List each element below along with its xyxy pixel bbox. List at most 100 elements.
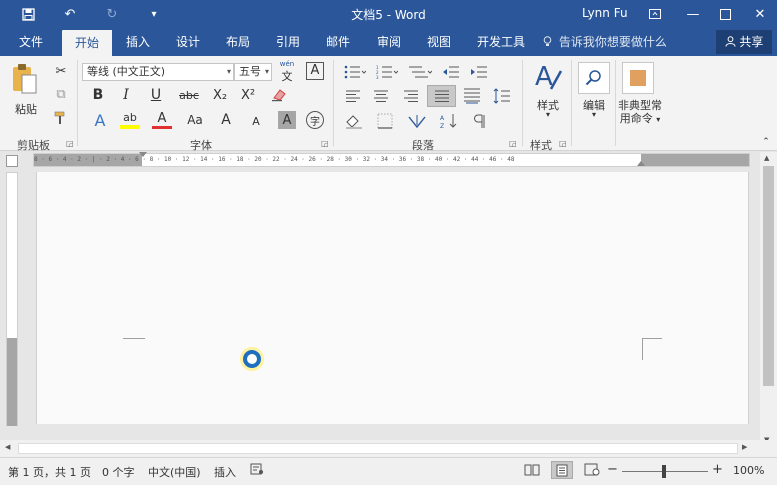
collapse-ribbon-icon[interactable]: ⌃ [760,136,772,148]
zoom-slider-thumb[interactable] [662,465,666,478]
clear-formatting-icon[interactable] [270,86,288,104]
chevron-down-icon[interactable]: ▾ [530,110,566,119]
shrink-font-icon[interactable]: A [248,113,264,129]
first-line-indent-marker[interactable] [139,152,147,157]
close-icon[interactable]: ✕ [743,0,777,28]
font-name-combo[interactable]: 等线 (中文正文) ▾ [82,63,234,81]
print-layout-icon[interactable] [551,461,573,479]
underline-icon[interactable]: U [146,86,166,104]
character-shading-icon[interactable]: A [278,111,296,129]
italic-icon[interactable]: I [116,86,136,104]
macro-record-icon[interactable] [250,463,264,478]
line-spacing-icon[interactable] [492,86,516,106]
customize-qat-icon[interactable]: ▾ [140,0,168,28]
clipboard-launcher-icon[interactable]: ◲ [66,139,74,148]
horizontal-scrollbar[interactable]: ◀ ▶ [0,440,777,457]
zoom-level[interactable]: 100% [733,464,764,477]
tab-file[interactable]: 文件 [10,28,52,56]
subscript-icon[interactable]: X₂ [210,86,230,104]
tab-references[interactable]: 引用 [268,28,308,56]
find-icon[interactable] [578,62,610,94]
font-size-combo[interactable]: 五号 ▾ [234,63,272,81]
font-color-icon[interactable]: A [152,111,172,129]
page-count[interactable]: 第 1 页，共 1 页 [8,464,91,480]
tab-developer[interactable]: 开发工具 [473,28,529,56]
highlight-icon[interactable]: ab [120,111,140,129]
align-center-icon[interactable] [372,88,390,104]
cut-icon[interactable]: ✂ [52,62,70,80]
phonetic-guide-label[interactable]: wén [278,60,296,68]
zoom-out-button[interactable]: − [607,462,618,477]
undo-icon[interactable]: ↶ [56,0,84,28]
enclose-characters-icon[interactable]: 字 [306,111,324,129]
custom-command-label-2[interactable]: 用命令 ▾ [614,110,666,126]
tab-mailings[interactable]: 邮件 [318,28,358,56]
scroll-up-icon[interactable]: ▲ [764,154,769,162]
zoom-in-button[interactable]: + [712,462,723,477]
document-page[interactable] [36,172,749,424]
custom-command-icon[interactable] [622,62,654,94]
superscript-icon[interactable]: X² [238,86,258,104]
right-indent-marker[interactable] [637,161,645,166]
grow-font-icon[interactable]: A [218,111,234,129]
font-launcher-icon[interactable]: ◲ [321,139,329,148]
align-right-icon[interactable] [402,88,420,104]
group-divider [77,60,78,146]
share-button[interactable]: 共享 [716,30,772,54]
save-icon[interactable] [14,0,42,28]
borders-icon[interactable] [374,112,396,130]
tab-view[interactable]: 视图 [419,28,459,56]
styles-icon[interactable]: A [532,60,564,94]
tab-selector[interactable] [6,155,18,167]
multilevel-list-icon[interactable] [407,64,433,80]
web-layout-icon[interactable] [584,463,600,479]
bold-icon[interactable]: B [88,86,108,104]
strikethrough-icon[interactable]: abc [178,86,200,104]
sort-icon[interactable]: AZ [438,112,460,130]
chevron-down-icon[interactable]: ▾ [576,110,612,119]
phonetic-guide-icon[interactable]: 文 [278,68,296,84]
format-painter-icon[interactable] [52,109,70,127]
bullets-icon[interactable] [343,64,367,80]
decrease-indent-icon[interactable] [441,64,461,80]
paste-label[interactable]: 粘贴 [10,101,42,117]
paragraph-launcher-icon[interactable]: ◲ [509,139,517,148]
share-label: 共享 [739,35,764,49]
maximize-icon[interactable] [708,0,742,28]
text-effects-icon[interactable]: A [90,111,110,130]
styles-launcher-icon[interactable]: ◲ [559,139,567,148]
scroll-right-icon[interactable]: ▶ [742,443,747,451]
change-case-icon[interactable]: Aa [184,111,206,129]
tab-layout[interactable]: 布局 [218,28,258,56]
scroll-thumb[interactable] [763,166,774,386]
tab-home[interactable]: 开始 [62,30,112,56]
minimize-icon[interactable]: — [676,0,710,28]
read-mode-icon[interactable] [524,463,540,479]
paste-icon[interactable] [10,62,40,98]
vertical-scrollbar[interactable]: ▲ ▼ [760,152,777,452]
numbering-icon[interactable]: 123 [375,64,399,80]
copy-icon[interactable]: ⧉ [52,85,70,103]
justify-icon[interactable] [427,85,456,107]
language-indicator[interactable]: 中文(中国) [148,464,201,480]
scroll-thumb-horizontal[interactable] [18,443,738,454]
word-count[interactable]: 0 个字 [102,464,135,480]
tab-insert[interactable]: 插入 [118,28,158,56]
align-left-icon[interactable] [344,88,362,104]
tell-me-box[interactable]: 告诉我你想要做什么 [543,28,667,56]
shading-icon[interactable] [344,112,366,130]
scroll-left-icon[interactable]: ◀ [5,443,10,451]
character-border-icon[interactable]: A [306,62,324,80]
ribbon-display-options-icon[interactable] [638,0,672,28]
user-name[interactable]: Lynn Fu [582,6,628,20]
horizontal-ruler[interactable]: 8 · 6 · 4 · 2 · | · 2 · 4 · 6 · 8 · 10 ·… [33,152,750,167]
tab-review[interactable]: 审阅 [369,28,409,56]
distributed-icon[interactable] [462,86,482,106]
insert-mode[interactable]: 插入 [214,464,236,480]
redo-icon[interactable]: ↻ [98,0,126,28]
tab-design[interactable]: 设计 [168,28,208,56]
text-direction-icon[interactable] [406,112,428,130]
vertical-ruler[interactable] [6,172,18,426]
show-hide-marks-icon[interactable] [468,112,490,130]
increase-indent-icon[interactable] [469,64,489,80]
